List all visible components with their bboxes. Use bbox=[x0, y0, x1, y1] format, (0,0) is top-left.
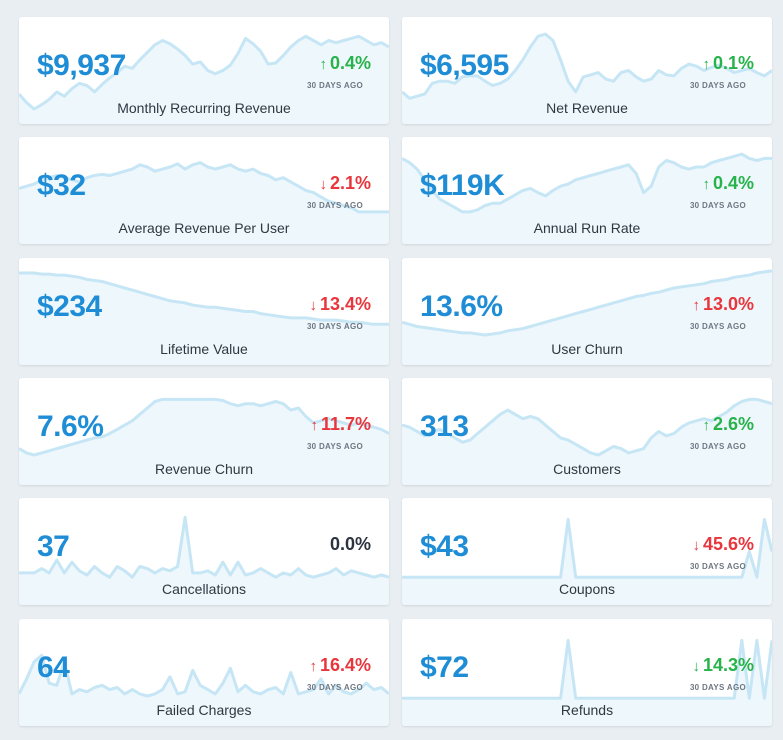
metric-title: Coupons bbox=[558, 581, 616, 597]
metric-change-value: 0.4% bbox=[712, 173, 754, 193]
metric-card-cancellations[interactable]: 37 0.0% Cancellations bbox=[19, 498, 389, 605]
comparison-period: 30 DAYS AGO bbox=[689, 81, 746, 90]
metric-value: 37 bbox=[37, 530, 70, 563]
metric-card-net-revenue[interactable]: $6,595 ↑ 0.1% 30 DAYS AGO Net Revenue bbox=[402, 17, 772, 124]
metric-value: $6,595 bbox=[420, 49, 509, 82]
metric-title: Cancellations bbox=[161, 581, 247, 597]
metric-change: ↑ 0.4% bbox=[319, 54, 371, 72]
arrow-up-icon: ↑ bbox=[319, 56, 327, 73]
comparison-period: 30 DAYS AGO bbox=[689, 442, 746, 451]
arrow-up-icon: ↑ bbox=[692, 297, 700, 314]
arrow-up-icon: ↑ bbox=[310, 417, 318, 434]
arrow-up-icon: ↑ bbox=[702, 176, 710, 193]
arrow-down-icon: ↓ bbox=[319, 176, 327, 193]
metric-change: 0.0% bbox=[330, 535, 371, 553]
metric-title: Revenue Churn bbox=[154, 461, 254, 477]
comparison-period: 30 DAYS AGO bbox=[306, 81, 363, 90]
metric-title: Lifetime Value bbox=[160, 341, 248, 357]
metric-value: $234 bbox=[37, 290, 102, 323]
metric-value: 13.6% bbox=[420, 290, 503, 323]
metric-change: ↑ 0.1% bbox=[702, 54, 754, 72]
comparison-period: 30 DAYS AGO bbox=[306, 201, 363, 210]
metric-value: $119K bbox=[420, 169, 505, 202]
metric-title: Customers bbox=[553, 461, 621, 477]
metric-change-value: 2.6% bbox=[712, 414, 754, 434]
comparison-period: 30 DAYS AGO bbox=[306, 683, 363, 692]
metric-card-coupons[interactable]: $43 ↓ 45.6% 30 DAYS AGO Coupons bbox=[402, 498, 772, 605]
comparison-period: 30 DAYS AGO bbox=[306, 442, 363, 451]
comparison-period: 30 DAYS AGO bbox=[689, 562, 746, 571]
metric-card-average-revenue-per-user[interactable]: $32 ↓ 2.1% 30 DAYS AGO Average Revenue Per U… bbox=[19, 137, 389, 244]
comparison-period: 30 DAYS AGO bbox=[689, 201, 746, 210]
metric-change-value: 0.4% bbox=[329, 53, 371, 73]
metric-card-monthly-recurring-revenue[interactable]: $9,937 ↑ 0.4% 30 DAYS AGO Monthly Recurring … bbox=[19, 17, 389, 124]
metric-change-value: 14.3% bbox=[702, 655, 754, 675]
metric-value: $9,937 bbox=[37, 49, 126, 82]
metric-card-user-churn[interactable]: 13.6% ↑ 13.0% 30 DAYS AGO User Churn bbox=[402, 258, 772, 365]
metric-change: ↑ 13.0% bbox=[692, 295, 754, 313]
arrow-up-icon: ↑ bbox=[309, 658, 317, 675]
metric-change: ↓ 45.6% bbox=[692, 535, 754, 553]
metric-change: ↑ 2.6% bbox=[702, 415, 754, 433]
metric-change-value: 0.0% bbox=[329, 534, 371, 554]
metric-change-value: 13.0% bbox=[702, 294, 754, 314]
metric-card-customers[interactable]: 313 ↑ 2.6% 30 DAYS AGO Customers bbox=[402, 378, 772, 485]
metric-card-failed-charges[interactable]: 64 ↑ 16.4% 30 DAYS AGO Failed Charges bbox=[19, 619, 389, 726]
metric-title: Refunds bbox=[560, 702, 614, 718]
metrics-dashboard: $9,937 ↑ 0.4% 30 DAYS AGO Monthly Recurring … bbox=[0, 0, 783, 740]
metric-title: Failed Charges bbox=[156, 702, 252, 718]
arrow-up-icon: ↑ bbox=[702, 417, 710, 434]
metric-change: ↑ 11.7% bbox=[310, 415, 371, 433]
arrow-down-icon: ↓ bbox=[692, 537, 700, 554]
metric-change: ↑ 0.4% bbox=[702, 174, 754, 192]
metric-title: Monthly Recurring Revenue bbox=[117, 100, 291, 116]
metric-card-annual-run-rate[interactable]: $119K ↑ 0.4% 30 DAYS AGO Annual Run Rate bbox=[402, 137, 772, 244]
metric-change: ↓ 2.1% bbox=[319, 174, 371, 192]
arrow-down-icon: ↓ bbox=[692, 658, 700, 675]
metric-value: 7.6% bbox=[37, 410, 104, 443]
metric-change-value: 2.1% bbox=[329, 173, 371, 193]
metric-value: $72 bbox=[420, 651, 469, 684]
metric-change-value: 13.4% bbox=[319, 294, 371, 314]
metric-title: Annual Run Rate bbox=[533, 220, 641, 236]
metric-value: 64 bbox=[37, 651, 70, 684]
metric-title: User Churn bbox=[551, 341, 623, 357]
metric-value: $43 bbox=[420, 530, 469, 563]
metric-value: $32 bbox=[37, 169, 86, 202]
metric-title: Net Revenue bbox=[546, 100, 628, 116]
metric-value: 313 bbox=[420, 410, 469, 443]
metric-change: ↓ 14.3% bbox=[692, 656, 754, 674]
metric-change: ↑ 16.4% bbox=[309, 656, 371, 674]
comparison-period: 30 DAYS AGO bbox=[306, 322, 363, 331]
metric-card-revenue-churn[interactable]: 7.6% ↑ 11.7% 30 DAYS AGO Revenue Churn bbox=[19, 378, 389, 485]
metric-title: Average Revenue Per User bbox=[118, 220, 290, 236]
metric-change-value: 0.1% bbox=[712, 53, 754, 73]
metric-card-refunds[interactable]: $72 ↓ 14.3% 30 DAYS AGO Refunds bbox=[402, 619, 772, 726]
comparison-period: 30 DAYS AGO bbox=[689, 683, 746, 692]
arrow-up-icon: ↑ bbox=[702, 56, 710, 73]
metric-change-value: 45.6% bbox=[702, 534, 754, 554]
metric-change-value: 11.7% bbox=[320, 414, 371, 434]
arrow-down-icon: ↓ bbox=[309, 297, 317, 314]
metric-change: ↓ 13.4% bbox=[309, 295, 371, 313]
metric-card-lifetime-value[interactable]: $234 ↓ 13.4% 30 DAYS AGO Lifetime Value bbox=[19, 258, 389, 365]
metric-change-value: 16.4% bbox=[319, 655, 371, 675]
comparison-period: 30 DAYS AGO bbox=[689, 322, 746, 331]
